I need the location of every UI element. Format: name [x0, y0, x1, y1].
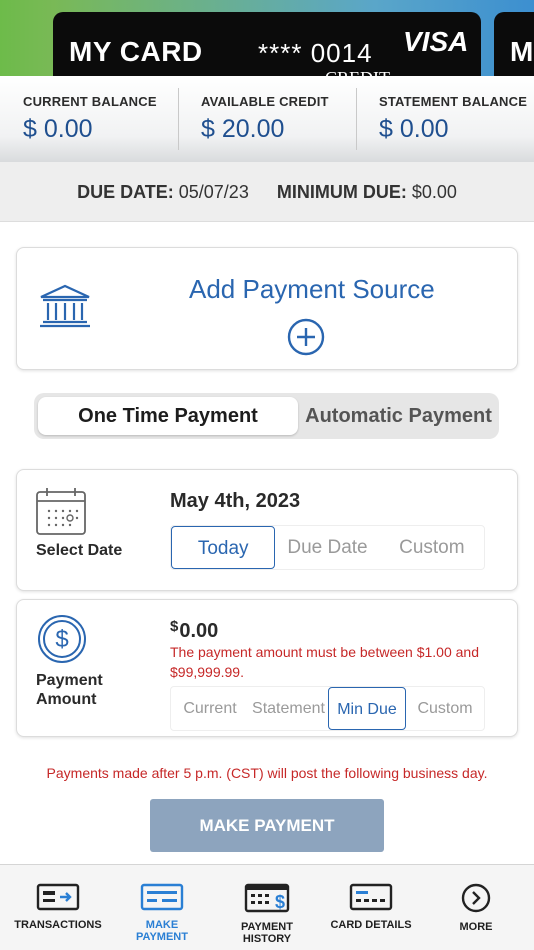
payment-type-toggle: One Time Payment Automatic Payment	[34, 393, 499, 439]
statement-balance: STATEMENT BALANCE $ 0.00	[356, 76, 534, 162]
minimum-due-value: $0.00	[411, 182, 457, 202]
nav-payment-history-label: PAYMENT HISTORY	[241, 921, 293, 945]
add-payment-source-button[interactable]: Add Payment Source	[16, 247, 518, 370]
add-circle-icon	[287, 318, 325, 356]
current-balance-label: CURRENT BALANCE	[23, 94, 157, 109]
amount-error-message: The payment amount must be between $1.00…	[170, 644, 479, 680]
bank-icon	[40, 284, 90, 328]
select-date-panel: Select Date May 4th, 2023 Today Due Date…	[16, 469, 518, 591]
cutoff-notice: Payments made after 5 p.m. (CST) will po…	[46, 765, 488, 781]
amount-option-current[interactable]: Current	[171, 687, 249, 730]
due-info-bar: DUE DATE: 05/07/23 MINIMUM DUE: $0.00	[0, 162, 534, 222]
dollar-circle-icon: $	[38, 615, 86, 663]
available-credit-value: $ 20.00	[201, 115, 285, 143]
amount-options: Current Statement Min Due Custom	[170, 686, 485, 731]
minimum-due-label: MINIMUM DUE:	[276, 182, 407, 202]
nav-more-label: MORE	[459, 921, 493, 933]
amount-number: 0.00	[179, 620, 219, 642]
nav-payment-history[interactable]: $ PAYMENT HISTORY	[212, 883, 322, 945]
date-option-due-date[interactable]: Due Date	[275, 526, 379, 569]
svg-text:$: $	[55, 626, 68, 653]
balance-summary: CURRENT BALANCE $ 0.00 AVAILABLE CREDIT …	[0, 76, 534, 162]
one-time-payment-tab[interactable]: One Time Payment	[38, 397, 298, 435]
nav-transactions-label: TRANSACTIONS	[14, 919, 102, 931]
due-date-value: 05/07/23	[178, 182, 249, 202]
available-credit: AVAILABLE CREDIT $ 20.00	[178, 76, 356, 162]
date-options: Today Due Date Custom	[170, 525, 485, 570]
svg-text:$: $	[275, 892, 285, 912]
card-carousel[interactable]: MY CARD **** 0014 VISA CREDIT M	[0, 0, 534, 78]
nav-make-payment-label: MAKE PAYMENT	[136, 919, 188, 943]
card-details-icon	[349, 883, 393, 911]
nav-more[interactable]: MORE	[421, 883, 531, 933]
add-payment-source-label: Add Payment Source	[189, 274, 435, 304]
automatic-payment-tab[interactable]: Automatic Payment	[302, 397, 495, 435]
select-date-label: Select Date	[36, 542, 123, 559]
amount-option-min-due[interactable]: Min Due	[328, 687, 406, 730]
next-card-tile[interactable]: M	[494, 12, 534, 78]
available-credit-label: AVAILABLE CREDIT	[201, 94, 329, 109]
card-tile[interactable]: MY CARD **** 0014 VISA CREDIT	[53, 12, 481, 78]
card-name: MY CARD	[69, 36, 203, 67]
nav-transactions[interactable]: TRANSACTIONS	[3, 883, 113, 931]
statement-balance-value: $ 0.00	[379, 115, 449, 143]
next-card-name: M	[510, 36, 534, 67]
selected-date-value: May 4th, 2023	[170, 490, 301, 512]
due-date-label: DUE DATE:	[77, 182, 174, 202]
nav-card-details-label: CARD DETAILS	[330, 919, 412, 931]
current-balance-value: $ 0.00	[23, 115, 93, 143]
transactions-icon	[36, 883, 80, 911]
more-icon	[461, 883, 491, 913]
currency-symbol: $	[170, 618, 179, 635]
nav-card-details[interactable]: CARD DETAILS	[316, 883, 426, 931]
amount-option-custom[interactable]: Custom	[406, 687, 484, 730]
date-option-today[interactable]: Today	[171, 526, 276, 569]
payment-amount-label: Payment Amount	[36, 672, 103, 708]
payment-history-icon: $	[244, 883, 290, 913]
calendar-icon	[36, 488, 86, 535]
card-number: **** 0014	[258, 38, 373, 68]
nav-make-payment[interactable]: MAKE PAYMENT	[107, 883, 217, 943]
statement-balance-label: STATEMENT BALANCE	[379, 94, 528, 109]
card-brand-logo: VISA	[403, 26, 469, 57]
amount-option-statement[interactable]: Statement	[249, 687, 328, 730]
date-option-custom[interactable]: Custom	[380, 526, 484, 569]
make-payment-button[interactable]: MAKE PAYMENT	[150, 799, 384, 852]
payment-amount-value[interactable]: $0.00	[170, 618, 218, 643]
current-balance: CURRENT BALANCE $ 0.00	[0, 76, 178, 162]
make-payment-icon	[140, 883, 184, 911]
payment-amount-panel: $ Payment Amount $0.00 The payment amoun…	[16, 599, 518, 737]
bottom-nav: TRANSACTIONS MAKE PAYMENT $ PAYMENT HIST…	[0, 864, 534, 950]
